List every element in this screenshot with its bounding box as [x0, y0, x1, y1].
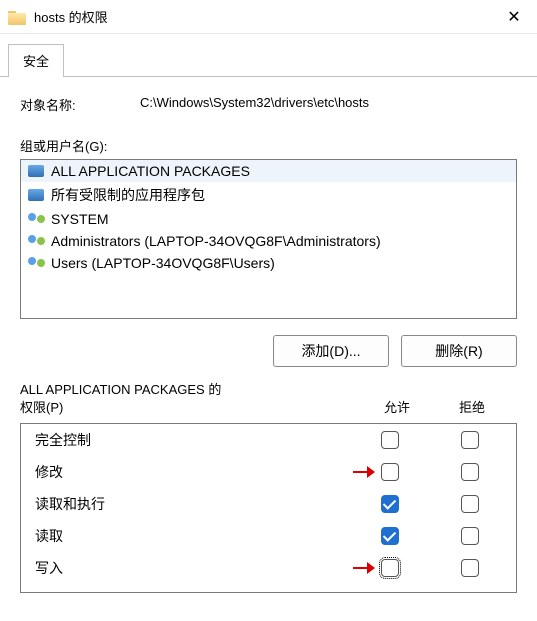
object-name-row: 对象名称: C:\Windows\System32\drivers\etc\ho… [20, 95, 517, 114]
deny-checkbox[interactable] [461, 559, 479, 577]
window-title: hosts 的权限 [34, 7, 491, 26]
principals-listbox[interactable]: ALL APPLICATION PACKAGES 所有受限制的应用程序包 SYSTE… [20, 159, 517, 319]
permissions-list[interactable]: 完全控制修改读取和执行读取写入 [20, 423, 517, 593]
title-bar: hosts 的权限 ✕ [0, 0, 537, 34]
permission-name: 修改 [35, 462, 350, 482]
principal-name: Users (LAPTOP-34OVQG8F\Users) [51, 255, 275, 271]
deny-checkbox[interactable] [461, 495, 479, 513]
allow-checkbox[interactable] [381, 559, 399, 577]
principal-item[interactable]: Administrators (LAPTOP-34OVQG8F\Administ… [21, 230, 516, 252]
permission-row: 完全控制 [21, 424, 516, 456]
allow-checkbox[interactable] [381, 463, 399, 481]
principal-name: 所有受限制的应用程序包 [51, 185, 205, 205]
pointer-arrow-icon [353, 562, 375, 574]
column-allow: 允许 [357, 399, 437, 417]
close-button[interactable]: ✕ [491, 0, 537, 34]
permission-row: 读取和执行 [21, 488, 516, 520]
allow-cell [350, 431, 430, 449]
deny-checkbox[interactable] [461, 527, 479, 545]
principal-name: SYSTEM [51, 211, 109, 227]
allow-cell [350, 495, 430, 513]
permission-name: 读取 [35, 526, 350, 546]
close-icon: ✕ [507, 7, 520, 27]
permission-row: 修改 [21, 456, 516, 488]
deny-checkbox[interactable] [461, 463, 479, 481]
deny-cell [430, 559, 510, 577]
add-button[interactable]: 添加(D)... [273, 335, 389, 367]
principal-item[interactable]: SYSTEM [21, 208, 516, 230]
permission-name: 完全控制 [35, 430, 350, 450]
principal-item[interactable]: 所有受限制的应用程序包 [21, 182, 516, 208]
allow-cell [350, 527, 430, 545]
allow-cell [350, 559, 430, 577]
permissions-title-line2: 权限(P) [20, 400, 63, 415]
groups-label: 组或用户名(G): [20, 136, 517, 155]
remove-button[interactable]: 删除(R) [401, 335, 517, 367]
permission-name: 读取和执行 [35, 494, 350, 514]
tab-security[interactable]: 安全 [8, 44, 64, 77]
deny-cell [430, 463, 510, 481]
allow-checkbox[interactable] [381, 495, 399, 513]
allow-checkbox[interactable] [381, 527, 399, 545]
folder-icon [8, 9, 26, 25]
column-deny: 拒绝 [437, 399, 517, 417]
principal-name: Administrators (LAPTOP-34OVQG8F\Administ… [51, 233, 381, 249]
users-icon [27, 211, 45, 227]
permissions-title-line1: ALL APPLICATION PACKAGES 的 [20, 382, 221, 397]
principal-buttons: 添加(D)... 删除(R) [20, 335, 517, 367]
object-name-value: C:\Windows\System32\drivers\etc\hosts [140, 95, 517, 114]
permission-name: 写入 [35, 558, 350, 578]
allow-checkbox[interactable] [381, 431, 399, 449]
permissions-title: ALL APPLICATION PACKAGES 的 权限(P) 允许 拒绝 [20, 381, 517, 417]
permission-row: 写入 [21, 552, 516, 584]
users-icon [27, 233, 45, 249]
tab-content: 对象名称: C:\Windows\System32\drivers\etc\ho… [0, 77, 537, 603]
group-icon [27, 187, 45, 203]
pointer-arrow-icon [353, 466, 375, 478]
deny-cell [430, 527, 510, 545]
tab-strip: 安全 [0, 34, 537, 77]
permission-row: 读取 [21, 520, 516, 552]
deny-cell [430, 495, 510, 513]
deny-checkbox[interactable] [461, 431, 479, 449]
users-icon [27, 255, 45, 271]
object-name-label: 对象名称: [20, 95, 140, 114]
principal-item[interactable]: ALL APPLICATION PACKAGES [21, 160, 516, 182]
allow-cell [350, 463, 430, 481]
group-icon [27, 163, 45, 179]
principal-name: ALL APPLICATION PACKAGES [51, 163, 250, 179]
deny-cell [430, 431, 510, 449]
principal-item[interactable]: Users (LAPTOP-34OVQG8F\Users) [21, 252, 516, 274]
